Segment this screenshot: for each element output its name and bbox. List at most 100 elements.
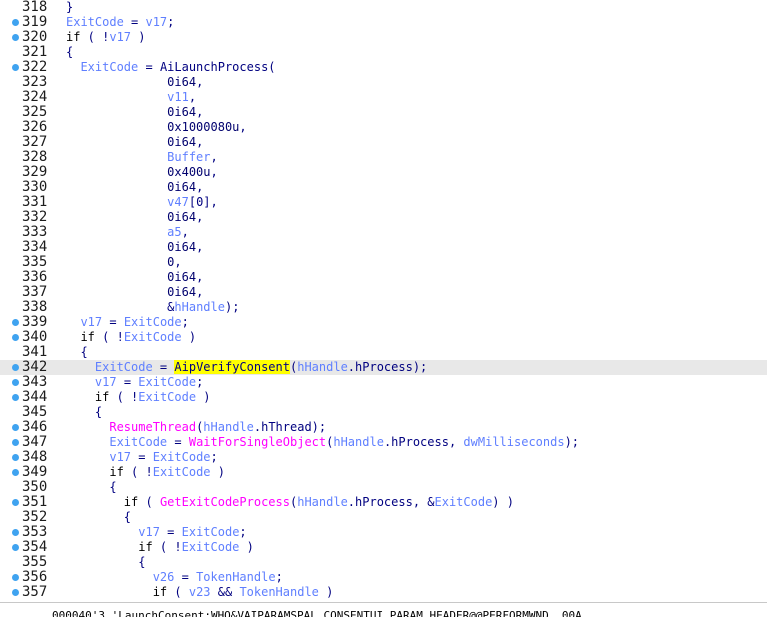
code-text[interactable]: v17 = ExitCode; <box>66 375 203 390</box>
code-line[interactable]: 324 v11, <box>0 90 767 105</box>
identifier-token[interactable]: ExitCode <box>182 540 240 554</box>
line-gutter[interactable]: 341 <box>0 345 58 360</box>
code-text[interactable]: 0i64, <box>66 285 203 300</box>
code-line[interactable]: 327 0i64, <box>0 135 767 150</box>
identifier-token[interactable]: v17 <box>109 30 131 44</box>
line-gutter[interactable]: 354 <box>0 540 58 555</box>
line-gutter[interactable]: 336 <box>0 270 58 285</box>
line-gutter[interactable]: 342 <box>0 360 58 375</box>
identifier-token[interactable]: ExitCode <box>66 15 124 29</box>
breakpoint-dot-icon[interactable] <box>12 574 19 581</box>
code-line[interactable]: 337 0i64, <box>0 285 767 300</box>
identifier-token[interactable]: a5 <box>167 225 181 239</box>
code-line[interactable]: 326 0x1000080u, <box>0 120 767 135</box>
breakpoint-dot-icon[interactable] <box>12 424 19 431</box>
code-line[interactable]: 349 if ( !ExitCode ) <box>0 465 767 480</box>
identifier-token[interactable]: ExitCode <box>182 525 240 539</box>
line-gutter[interactable]: 339 <box>0 315 58 330</box>
line-gutter[interactable]: 319 <box>0 15 58 30</box>
code-line[interactable]: 318} <box>0 0 767 15</box>
code-text[interactable]: { <box>66 45 73 60</box>
identifier-token[interactable]: v17 <box>80 315 102 329</box>
breakpoint-dot-icon[interactable] <box>12 34 19 41</box>
identifier-token[interactable]: v17 <box>138 525 160 539</box>
code-line[interactable]: 336 0i64, <box>0 270 767 285</box>
code-line[interactable]: 341 { <box>0 345 767 360</box>
line-gutter[interactable]: 352 <box>0 510 58 525</box>
identifier-token[interactable]: ExitCode <box>435 495 493 509</box>
identifier-token[interactable]: hHandle <box>174 300 225 314</box>
code-line[interactable]: 343 v17 = ExitCode; <box>0 375 767 390</box>
code-line[interactable]: 332 0i64, <box>0 210 767 225</box>
code-text[interactable]: ResumeThread(hHandle.hThread); <box>66 420 326 435</box>
pseudocode-view[interactable]: 318} 319 ExitCode = v17; 320 if ( !v17 ) 321{… <box>0 0 767 602</box>
line-gutter[interactable]: 333 <box>0 225 58 240</box>
line-gutter[interactable]: 340 <box>0 330 58 345</box>
line-gutter[interactable]: 330 <box>0 180 58 195</box>
identifier-token[interactable]: ExitCode <box>95 360 153 374</box>
breakpoint-dot-icon[interactable] <box>12 379 19 386</box>
code-line[interactable]: 333 a5, <box>0 225 767 240</box>
breakpoint-dot-icon[interactable] <box>12 589 19 596</box>
identifier-token[interactable]: ExitCode <box>138 375 196 389</box>
highlighted-identifier[interactable]: AipVerifyConsent <box>174 360 290 374</box>
line-gutter[interactable]: 348 <box>0 450 58 465</box>
line-gutter[interactable]: 345 <box>0 405 58 420</box>
code-line[interactable]: 347 ExitCode = WaitForSingleObject(hHand… <box>0 435 767 450</box>
code-text[interactable]: a5, <box>66 225 189 240</box>
code-text[interactable]: 0i64, <box>66 75 203 90</box>
identifier-token[interactable]: v11 <box>167 90 189 104</box>
identifier-token[interactable]: hHandle <box>203 420 254 434</box>
line-gutter[interactable]: 331 <box>0 195 58 210</box>
code-text[interactable]: { <box>66 345 87 360</box>
identifier-token[interactable]: ExitCode <box>138 390 196 404</box>
identifier-token[interactable]: hHandle <box>297 495 348 509</box>
code-line[interactable]: 354 if ( !ExitCode ) <box>0 540 767 555</box>
line-gutter[interactable]: 356 <box>0 570 58 585</box>
code-line[interactable]: 355 { <box>0 555 767 570</box>
code-text[interactable]: if ( !ExitCode ) <box>66 465 225 480</box>
code-line[interactable]: 342 ExitCode = AipVerifyConsent(hHandle.… <box>0 360 767 375</box>
breakpoint-dot-icon[interactable] <box>12 469 19 476</box>
breakpoint-dot-icon[interactable] <box>12 454 19 461</box>
line-gutter[interactable]: 335 <box>0 255 58 270</box>
line-gutter[interactable]: 320 <box>0 30 58 45</box>
code-text[interactable]: { <box>66 555 145 570</box>
identifier-token[interactable]: ExitCode <box>153 465 211 479</box>
line-gutter[interactable]: 328 <box>0 150 58 165</box>
identifier-token[interactable]: ExitCode <box>80 60 138 74</box>
code-text[interactable]: ExitCode = v17; <box>66 15 174 30</box>
identifier-token[interactable]: ExitCode <box>124 315 182 329</box>
code-text[interactable]: 0i64, <box>66 270 203 285</box>
code-text[interactable]: v17 = ExitCode; <box>66 315 188 330</box>
identifier-token[interactable]: v17 <box>95 375 117 389</box>
code-line[interactable]: 352 { <box>0 510 767 525</box>
code-text[interactable]: v17 = ExitCode; <box>66 450 217 465</box>
code-line[interactable]: 350 { <box>0 480 767 495</box>
code-text[interactable]: 0x1000080u, <box>66 120 246 135</box>
line-gutter[interactable]: 350 <box>0 480 58 495</box>
identifier-token[interactable]: v17 <box>109 450 131 464</box>
identifier-token[interactable]: v17 <box>145 15 167 29</box>
code-text[interactable]: ExitCode = AiLaunchProcess( <box>66 60 275 75</box>
breakpoint-dot-icon[interactable] <box>12 499 19 506</box>
identifier-token[interactable]: v23 <box>189 585 211 599</box>
code-text[interactable]: Buffer, <box>66 150 218 165</box>
code-text[interactable]: v11, <box>66 90 196 105</box>
code-text[interactable]: &hHandle); <box>66 300 239 315</box>
function-token[interactable]: ResumeThread <box>109 420 196 434</box>
identifier-token[interactable]: TokenHandle <box>196 570 275 584</box>
line-gutter[interactable]: 343 <box>0 375 58 390</box>
code-line[interactable]: 344 if ( !ExitCode ) <box>0 390 767 405</box>
identifier-token[interactable]: hHandle <box>297 360 348 374</box>
code-line[interactable]: 331 v47[0], <box>0 195 767 210</box>
code-text[interactable]: { <box>66 480 116 495</box>
code-line[interactable]: 345 { <box>0 405 767 420</box>
code-line[interactable]: 321 { <box>0 45 767 60</box>
code-line[interactable]: 320 if ( !v17 ) <box>0 30 767 45</box>
code-text[interactable]: if ( !v17 ) <box>66 30 146 45</box>
code-text[interactable]: if ( !ExitCode ) <box>66 330 196 345</box>
line-gutter[interactable]: 353 <box>0 525 58 540</box>
code-text[interactable]: 0i64, <box>66 240 203 255</box>
line-gutter[interactable]: 327 <box>0 135 58 150</box>
